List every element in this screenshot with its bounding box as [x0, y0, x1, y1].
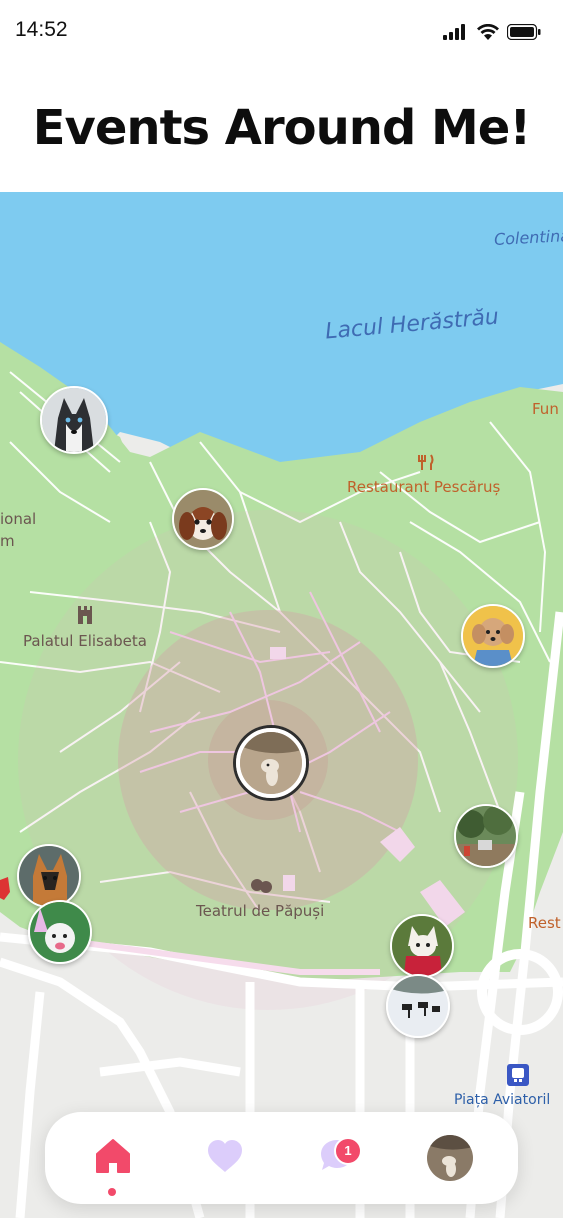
heart-icon: [208, 1140, 242, 1172]
active-nav-indicator: [108, 1188, 116, 1196]
event-marker-snow-dogs[interactable]: [386, 974, 450, 1038]
label-palace[interactable]: Palatul Elisabeta: [23, 632, 147, 650]
battery-icon: [507, 24, 541, 40]
page-title: Events Around Me!: [32, 100, 531, 156]
status-time: 14:52: [15, 18, 68, 41]
messages-badge: 1: [334, 1137, 362, 1165]
label-fun: Fun: [532, 400, 559, 418]
label-colentina: Colentina: [493, 226, 563, 249]
label-restaurant[interactable]: Restaurant Pescăruș: [347, 478, 500, 496]
status-bar: 14:52: [0, 0, 563, 60]
wifi-icon: [477, 24, 499, 40]
nav-home[interactable]: [89, 1132, 137, 1180]
label-piata: Piața Aviatoril: [454, 1092, 551, 1108]
event-marker-husky[interactable]: [40, 386, 108, 454]
event-marker-poodle[interactable]: [461, 604, 525, 668]
event-marker-german-shepherd[interactable]: [17, 844, 81, 908]
nav-favorites[interactable]: [201, 1132, 249, 1180]
event-marker-dog-costume[interactable]: [390, 914, 454, 978]
status-icons: [443, 24, 541, 40]
event-marker-park[interactable]: [454, 804, 518, 868]
home-icon: [96, 1139, 130, 1173]
label-national-top: ional: [0, 510, 37, 528]
map-canvas: [0, 192, 563, 1218]
label-rest: Rest: [528, 914, 561, 932]
map-view[interactable]: Colentina Lacul Herăstrău Fun Restaurant…: [0, 192, 563, 1218]
event-marker-party-dog[interactable]: [28, 900, 92, 964]
event-marker-user-location[interactable]: [236, 728, 306, 798]
label-national-bottom: m: [0, 532, 15, 550]
label-theatre[interactable]: Teatrul de Păpuși: [196, 902, 324, 920]
avatar[interactable]: [427, 1135, 473, 1181]
event-marker-cavalier[interactable]: [172, 488, 234, 550]
signal-icon: [443, 24, 465, 40]
